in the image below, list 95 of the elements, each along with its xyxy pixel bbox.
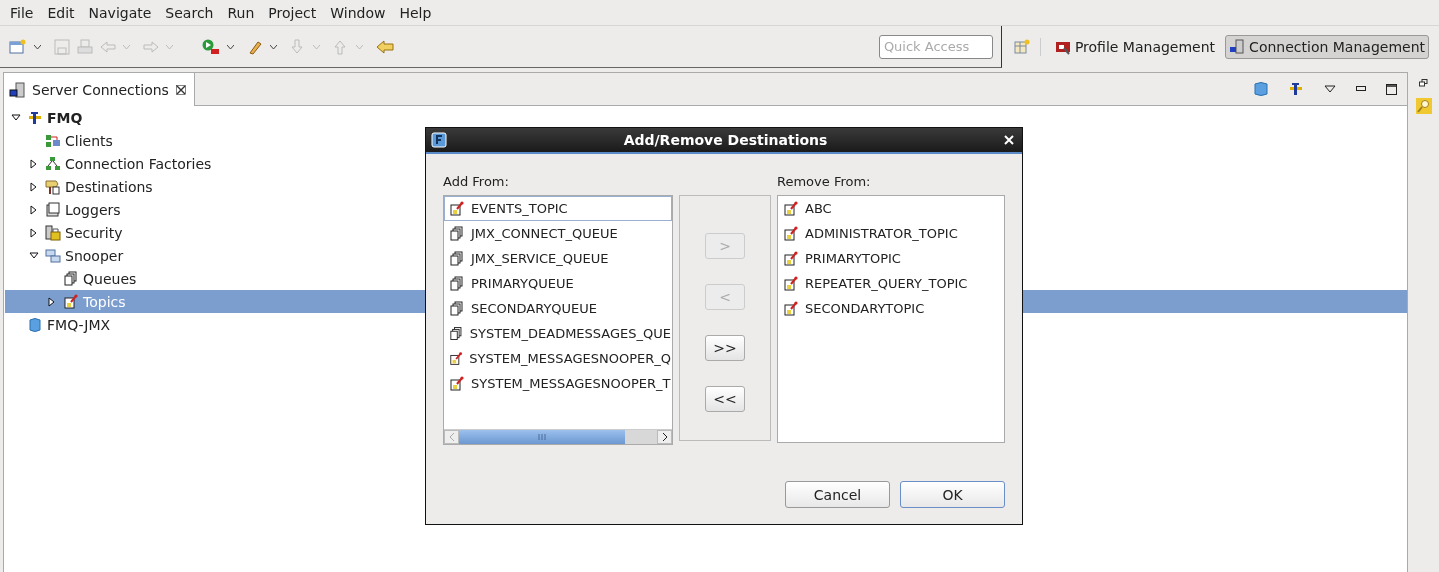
tree-item[interactable]: Destinations — [45, 175, 153, 198]
list-item[interactable]: PRIMARYTOPIC — [778, 246, 1004, 271]
run-icon[interactable] — [202, 38, 220, 55]
target-list[interactable]: ABC ADMINISTRATOR_TOPIC PRIMARYTOPIC REPEATER_QUERY_TOPIC SECONDARYTOPIC — [777, 195, 1005, 443]
list-item[interactable]: SYSTEM_MESSAGESNOOPER_T — [444, 371, 672, 396]
expand-triangle-icon[interactable] — [29, 158, 39, 169]
new-window-icon[interactable] — [9, 38, 27, 55]
menu-item[interactable]: Navigate — [81, 4, 159, 21]
tree-item[interactable]: Loggers — [45, 198, 121, 221]
computer-icon — [9, 81, 25, 98]
restore-icon[interactable] — [1419, 79, 1428, 87]
server-icon[interactable] — [1288, 81, 1304, 97]
collapse-triangle-icon[interactable] — [11, 112, 21, 123]
computer-icon — [1229, 39, 1246, 55]
pinned-page-icon — [783, 300, 799, 317]
pinned-page-icon — [783, 200, 799, 217]
signpost-icon — [45, 178, 61, 195]
maximize-icon[interactable] — [1386, 83, 1397, 95]
stacked-pages-icon — [449, 275, 465, 292]
pinned-page-icon — [783, 225, 799, 242]
pages-icon — [45, 201, 61, 218]
menu-item[interactable]: Window — [323, 4, 393, 21]
cylinder-icon[interactable] — [1254, 81, 1268, 97]
pinned-page-icon — [449, 200, 465, 217]
tree-item[interactable]: Snooper — [45, 244, 124, 267]
envelopes-icon — [45, 247, 61, 264]
menu-item[interactable]: Run — [220, 4, 262, 21]
tree-item[interactable]: Connection Factories — [45, 152, 212, 175]
padlock-icon — [45, 224, 61, 241]
expand-triangle-icon[interactable] — [29, 204, 39, 215]
quick-access-field[interactable]: Quick Access — [878, 34, 993, 59]
horizontal-scrollbar[interactable] — [444, 429, 672, 444]
expand-triangle-icon[interactable] — [29, 181, 39, 192]
move-button[interactable]: << — [705, 386, 745, 412]
close-icon[interactable] — [175, 84, 186, 95]
pinned-page-icon — [783, 250, 799, 267]
menu-item[interactable]: Help — [392, 4, 439, 21]
window-logo-icon — [431, 132, 447, 148]
expand-triangle-icon[interactable] — [47, 296, 57, 307]
list-item[interactable]: EVENTS_TOPIC — [444, 196, 672, 221]
list-item[interactable]: SECONDARYTOPIC — [778, 296, 1004, 321]
list-item[interactable]: ADMINISTRATOR_TOPIC — [778, 221, 1004, 246]
tree-item[interactable]: FMQ-JMX — [27, 313, 111, 336]
menu-item[interactable]: Edit — [40, 4, 82, 21]
expand-triangle-icon[interactable] — [29, 227, 39, 238]
server-icon — [27, 109, 43, 126]
list-item[interactable]: PRIMARYQUEUE — [444, 271, 672, 296]
cylinder-icon — [27, 316, 43, 333]
perspective-button[interactable]: Profile Management — [1050, 35, 1220, 59]
clients-icon — [45, 132, 61, 149]
tree-item[interactable]: FMQ — [27, 106, 83, 129]
view-menu-icon[interactable] — [1324, 85, 1336, 93]
source-list[interactable]: EVENTS_TOPIC JMX_CONNECT_QUEUE JMX_SERVICE_QUEUE PRIMARYQUEUE SECONDARYQUEUE SYSTEM_DEADMESSAGES_QUE SYSTEM_MESSAGESNOOPER_Q SYSTEM_MESSAGESNOOPER_T — [443, 195, 673, 445]
menu-item[interactable]: Project — [261, 4, 324, 21]
collapse-triangle-icon[interactable] — [29, 250, 39, 261]
stacked-pages-icon — [449, 250, 465, 267]
list-item[interactable]: SYSTEM_MESSAGESNOOPER_Q — [444, 346, 672, 371]
list-item[interactable]: SECONDARYQUEUE — [444, 296, 672, 321]
dropdown-caret-icon[interactable] — [270, 44, 277, 49]
pinned-page-icon — [783, 275, 799, 292]
cancel-button[interactable]: Cancel — [785, 481, 890, 508]
list-item[interactable]: ABC — [778, 196, 1004, 221]
minimize-icon[interactable] — [1356, 86, 1366, 92]
dropdown-caret-icon[interactable] — [227, 44, 234, 49]
list-item[interactable]: JMX_SERVICE_QUEUE — [444, 246, 672, 271]
view-tab[interactable]: Server Connections — [4, 73, 195, 106]
stacked-pages-icon — [449, 300, 465, 317]
menu-item[interactable]: File — [3, 4, 41, 21]
stacked-pages-icon — [449, 225, 465, 242]
ok-button[interactable]: OK — [900, 481, 1005, 508]
grip-icon[interactable] — [538, 434, 546, 440]
left-arrow-icon[interactable] — [376, 39, 394, 54]
list-item[interactable]: REPEATER_QUERY_TOPIC — [778, 271, 1004, 296]
list-item[interactable]: JMX_CONNECT_QUEUE — [444, 221, 672, 246]
dropdown-caret-icon[interactable] — [34, 44, 41, 49]
tree-item[interactable]: Queues — [63, 267, 137, 290]
list-label: Remove From: — [777, 174, 872, 189]
stacked-pages-icon — [449, 325, 464, 342]
pinned-page-icon — [63, 293, 79, 310]
network-icon — [45, 155, 61, 172]
tree-item[interactable]: Security — [45, 221, 123, 244]
pinned-page-icon — [449, 350, 464, 367]
perspective-button[interactable]: Connection Management — [1225, 35, 1429, 59]
pinned-page-icon — [449, 375, 465, 392]
magnifier-icon[interactable] — [1415, 98, 1432, 114]
case-icon — [1054, 39, 1071, 55]
list-item[interactable]: SYSTEM_DEADMESSAGES_QUE — [444, 321, 672, 346]
list-label: Add From: — [443, 174, 510, 189]
stacked-pages-icon — [63, 270, 79, 287]
menu-item[interactable]: Search — [158, 4, 221, 21]
dialog-title: Add/Remove Destinations — [622, 132, 829, 148]
move-button[interactable]: >> — [705, 335, 745, 361]
right-chevron-icon[interactable] — [661, 433, 668, 441]
tab-title: Server Connections — [32, 81, 169, 98]
tree-item[interactable]: Clients — [45, 129, 113, 152]
